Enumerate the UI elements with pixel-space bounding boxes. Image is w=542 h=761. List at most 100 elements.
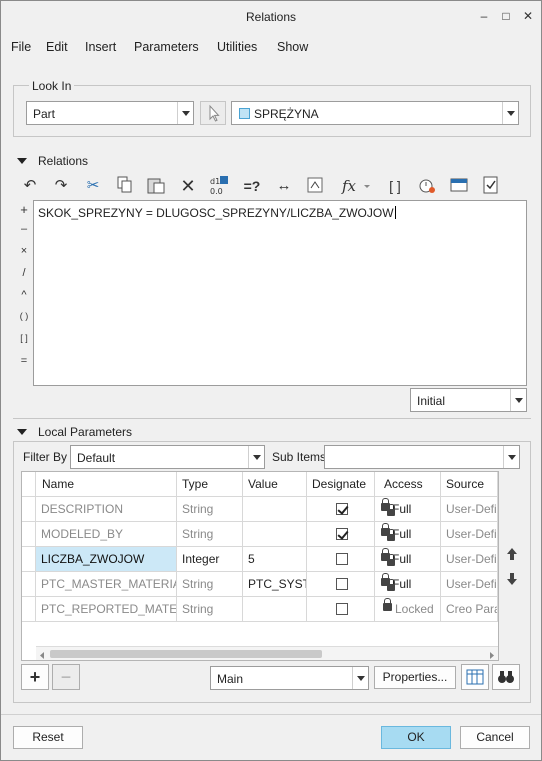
designate-checkbox[interactable] [336,553,348,565]
param-source[interactable]: Creo Param [441,597,498,622]
col-designate[interactable]: Designate [307,472,375,497]
designate-checkbox[interactable] [336,528,348,540]
param-source[interactable]: User-Defin [441,497,498,522]
maximize-icon[interactable]: □ [499,9,513,23]
brackets-icon[interactable]: [ ] [384,175,406,197]
verify-icon[interactable] [416,175,438,197]
sort-relations-icon[interactable] [480,175,502,197]
reset-button[interactable]: Reset [13,726,83,749]
param-value[interactable] [243,522,307,547]
insert-equals-button[interactable]: = [16,355,32,367]
col-value[interactable]: Value [243,472,307,497]
table-row-selected[interactable]: LICZBA_ZWOJOW Integer 5 Full User-Defin [22,547,498,572]
scroll-left-icon[interactable] [38,649,46,659]
param-type[interactable]: String [177,597,243,622]
menu-insert[interactable]: Insert [85,40,116,54]
units-icon[interactable]: ↔ [273,175,295,197]
evaluate-icon[interactable]: =? [241,175,263,197]
param-value[interactable]: PTC_SYSTEM [243,572,307,597]
param-name[interactable]: DESCRIPTION [36,497,177,522]
designate-checkbox[interactable] [336,578,348,590]
insert-brackets-button[interactable]: [ ] [16,333,32,343]
properties-button[interactable]: Properties... [374,666,456,689]
cut-icon[interactable]: ✂ [82,175,104,197]
sort-icon[interactable] [305,175,327,197]
row-header[interactable] [22,547,36,572]
insert-plus-button[interactable]: + [16,202,32,217]
collapse-relations-icon[interactable] [17,158,27,164]
insert-multiply-button[interactable]: × [16,245,32,257]
param-type[interactable]: String [177,497,243,522]
initial-dropdown[interactable]: Initial [410,388,527,412]
menu-parameters[interactable]: Parameters [134,40,199,54]
scroll-right-icon[interactable] [488,649,496,659]
chevron-down-icon[interactable] [177,102,193,124]
look-in-type-dropdown[interactable]: Part [26,101,194,125]
col-access[interactable]: Access [375,472,441,497]
table-row[interactable]: MODELED_BY String Full User-Defin [22,522,498,547]
menu-utilities[interactable]: Utilities [217,40,257,54]
col-name[interactable]: Name [36,472,177,497]
table-row[interactable]: DESCRIPTION String Full User-Defin [22,497,498,522]
param-type[interactable]: Integer [177,547,243,572]
collapse-local-params-icon[interactable] [17,429,27,435]
remove-parameter-button[interactable]: − [52,664,80,690]
access-cell[interactable]: Full [375,497,441,522]
param-name[interactable]: LICZBA_ZWOJOW [36,547,177,572]
menu-edit[interactable]: Edit [46,40,68,54]
close-icon[interactable]: ✕ [521,9,535,23]
relations-editor[interactable]: SKOK_SPREZYNY = DLUGOSC_SPREZYNY/LICZBA_… [33,200,527,386]
local-params-icon[interactable] [448,175,470,197]
col-type[interactable]: Type [177,472,243,497]
undo-icon[interactable]: ↶ [19,175,41,197]
insert-parentheses-button[interactable]: ( ) [16,311,32,321]
table-row[interactable]: PTC_REPORTED_MATERIAL String Locked Creo… [22,597,498,622]
sub-items-dropdown[interactable] [324,445,520,469]
insert-minus-button[interactable]: – [16,223,32,235]
param-value[interactable] [243,497,307,522]
row-header[interactable] [22,572,36,597]
insert-divide-button[interactable]: / [16,267,32,279]
copy-icon[interactable] [114,175,136,197]
access-cell[interactable]: Full [375,547,441,572]
access-cell[interactable]: Full [375,522,441,547]
col-source[interactable]: Source [441,472,498,497]
insert-function-icon[interactable]: fx [338,175,360,197]
param-source[interactable]: User-Defin [441,547,498,572]
access-cell[interactable]: Full [375,572,441,597]
param-source[interactable]: User-Defin [441,522,498,547]
row-header[interactable] [22,497,36,522]
filter-by-dropdown[interactable]: Default [70,445,265,469]
menu-file[interactable]: File [11,40,31,54]
horizontal-scrollbar[interactable] [36,646,498,660]
param-type[interactable]: String [177,572,243,597]
main-dropdown[interactable]: Main [210,666,369,690]
param-value[interactable]: 5 [243,547,307,572]
insert-power-button[interactable]: ^ [16,289,32,301]
param-name[interactable]: PTC_REPORTED_MATERIAL [36,597,177,622]
param-source[interactable]: User-Defin [441,572,498,597]
cancel-button[interactable]: Cancel [460,726,530,749]
move-up-icon[interactable] [504,546,520,562]
select-model-button[interactable] [200,101,226,125]
search-button[interactable] [492,664,520,690]
param-type[interactable]: String [177,522,243,547]
chevron-down-icon[interactable] [248,446,264,468]
designate-checkbox[interactable] [336,603,348,615]
param-name[interactable]: PTC_MASTER_MATERIAL [36,572,177,597]
chevron-down-icon[interactable] [502,102,518,124]
add-parameter-button[interactable]: + [21,664,49,690]
chevron-down-icon[interactable] [510,389,526,411]
param-value[interactable] [243,597,307,622]
delete-icon[interactable]: ✕ [177,175,199,197]
redo-icon[interactable]: ↷ [50,175,72,197]
row-header[interactable] [22,597,36,622]
table-view-button[interactable] [461,664,489,690]
param-name[interactable]: MODELED_BY [36,522,177,547]
chevron-down-icon[interactable] [352,667,368,689]
designate-checkbox[interactable] [336,503,348,515]
row-header[interactable] [22,522,36,547]
display-values-icon[interactable]: d1 0.0 [209,175,231,197]
ok-button[interactable]: OK [381,726,451,749]
paste-icon[interactable] [145,175,167,197]
